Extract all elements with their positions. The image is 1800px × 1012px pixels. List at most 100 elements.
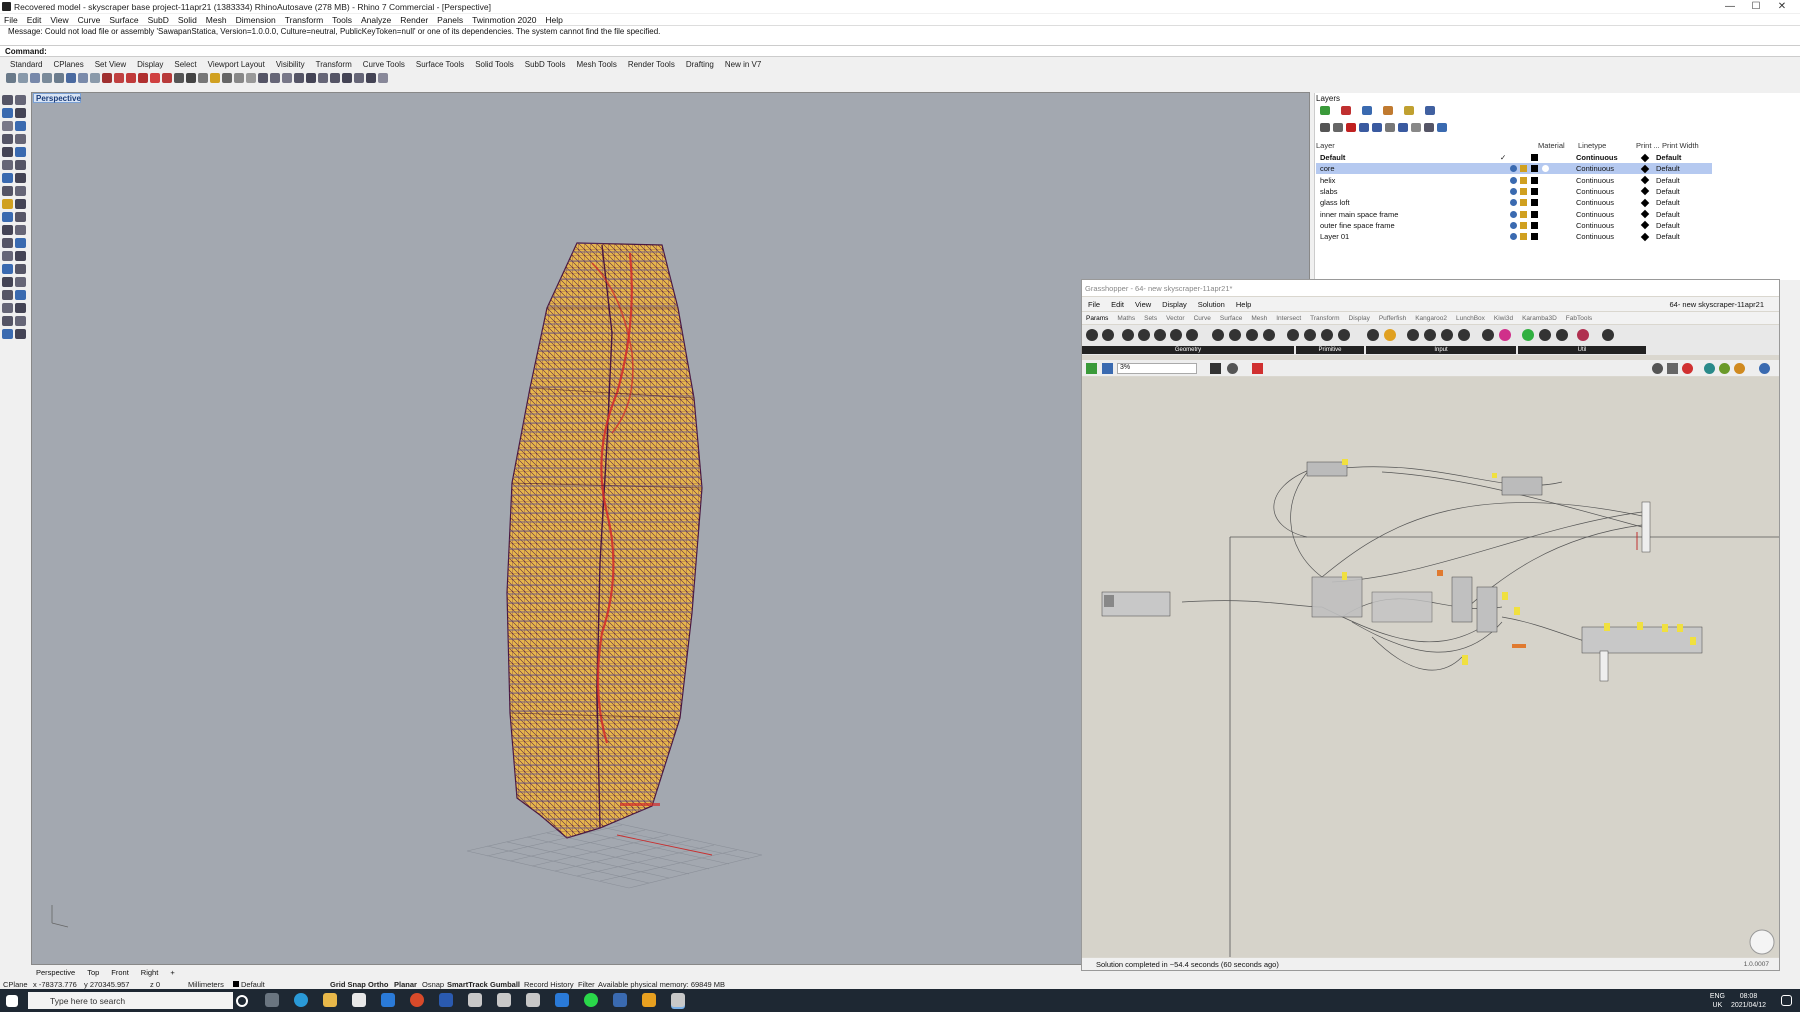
tool-icon-2[interactable] (15, 95, 26, 105)
vp-tab-front[interactable]: Front (111, 968, 129, 977)
named-views-tab-icon[interactable] (1425, 106, 1435, 115)
windows-start-icon[interactable] (6, 995, 18, 1007)
tab-mesh-tools[interactable]: Mesh Tools (577, 60, 617, 69)
add-viewport-tab[interactable]: + (170, 968, 174, 977)
gh-wire-icon[interactable] (1667, 363, 1678, 374)
app-icon-3[interactable] (613, 993, 627, 1007)
gh-tab-fabtools[interactable]: FabTools (1566, 315, 1592, 322)
layer-color-swatch[interactable] (1531, 176, 1538, 184)
tool-icon-1[interactable] (2, 95, 13, 105)
cut-icon[interactable] (138, 72, 148, 83)
layer-color-swatch[interactable] (1531, 187, 1538, 195)
vlc-icon[interactable] (642, 993, 656, 1007)
vp-tab-top[interactable]: Top (87, 968, 99, 977)
options-icon[interactable] (246, 72, 256, 83)
visible-bulb-icon[interactable] (1510, 210, 1517, 218)
gh-component-icon-20[interactable] (1441, 329, 1453, 341)
close-button[interactable]: ✕ (1769, 0, 1795, 13)
rhino-taskbar-icon-2[interactable] (497, 993, 511, 1007)
visible-bulb-icon[interactable] (1510, 165, 1517, 173)
tab-viewport-layout[interactable]: Viewport Layout (208, 60, 265, 69)
layer-tools-icon[interactable] (1411, 123, 1421, 132)
gh-tab-curve[interactable]: Curve (1194, 315, 1211, 322)
menu-analyze[interactable]: Analyze (361, 15, 391, 25)
lock-icon[interactable] (1520, 221, 1527, 229)
gh-eye-icon[interactable] (1227, 363, 1238, 374)
tool-icon-28[interactable] (15, 264, 26, 274)
edge-icon[interactable] (294, 993, 308, 1007)
grasshopper-canvas[interactable] (1082, 377, 1779, 957)
status-grid-snap[interactable]: Grid Snap (330, 980, 366, 989)
gh-open-icon[interactable] (1086, 363, 1097, 374)
tool-icon-11[interactable] (2, 160, 13, 170)
menu-panels[interactable]: Panels (437, 15, 463, 25)
gh-component-icon-25[interactable] (1539, 329, 1551, 341)
tool-icon-17[interactable] (2, 199, 13, 209)
tab-standard[interactable]: Standard (10, 60, 42, 69)
visible-bulb-icon[interactable] (1510, 176, 1517, 184)
tool-icon-36[interactable] (15, 316, 26, 326)
app-icon-2[interactable] (555, 993, 569, 1007)
tab-cplanes[interactable]: CPlanes (53, 60, 83, 69)
vp-tab-perspective[interactable]: Perspective (36, 968, 75, 977)
visible-bulb-icon[interactable] (1510, 199, 1517, 207)
gh-category-primitive[interactable]: Primitive (1296, 346, 1364, 354)
gh-component-icon-13[interactable] (1304, 329, 1316, 341)
col-material[interactable]: Material (1538, 141, 1578, 151)
layer-name[interactable]: inner main space frame (1316, 210, 1496, 219)
tool-icon-26[interactable] (15, 251, 26, 261)
menu-transform[interactable]: Transform (285, 15, 323, 25)
wireframe-icon[interactable] (306, 72, 316, 83)
gh-component-icon-15[interactable] (1338, 329, 1350, 341)
new-layer-icon[interactable] (1320, 123, 1330, 132)
gh-component-icon-18[interactable] (1407, 329, 1419, 341)
gh-tab-params[interactable]: Params (1086, 315, 1108, 322)
gh-component-icon-19[interactable] (1424, 329, 1436, 341)
layer-name[interactable]: Default (1316, 153, 1496, 162)
menu-file[interactable]: File (4, 15, 18, 25)
status-cplane[interactable]: CPlane (3, 980, 28, 989)
gh-globe-icon[interactable] (1759, 363, 1770, 374)
gh-zoom-extents-icon[interactable] (1210, 363, 1221, 374)
tab-transform[interactable]: Transform (316, 60, 352, 69)
gh-component-icon-23[interactable] (1499, 329, 1511, 341)
layer-row[interactable]: inner main space frame Continuous Default (1316, 209, 1712, 220)
help-tab-icon[interactable] (1383, 106, 1393, 115)
layer-color-swatch[interactable] (1531, 154, 1538, 161)
layers-tab-icon[interactable] (1320, 106, 1330, 115)
gh-tab-karamba3d[interactable]: Karamba3D (1522, 315, 1557, 322)
menu-surface[interactable]: Surface (109, 15, 138, 25)
gh-component-icon-1[interactable] (1086, 329, 1098, 341)
tool-icon-12[interactable] (15, 160, 26, 170)
command-input[interactable] (48, 46, 849, 56)
taskbar-clock[interactable]: 08:08 2021/04/12 (1731, 992, 1766, 1010)
rotate-view-icon[interactable] (78, 72, 88, 83)
layer-name[interactable]: helix (1316, 176, 1496, 185)
tool-icon-23[interactable] (2, 238, 13, 248)
layer-print-width[interactable]: Default (1656, 176, 1680, 185)
render-icon[interactable] (222, 72, 232, 83)
gh-bake-icon[interactable] (1734, 363, 1745, 374)
move-down-icon[interactable] (1372, 123, 1382, 132)
notifications-icon[interactable] (1781, 995, 1792, 1006)
redo-icon[interactable] (114, 72, 124, 83)
menu-tools[interactable]: Tools (332, 15, 352, 25)
tool-icon-30[interactable] (15, 277, 26, 287)
store-icon[interactable] (352, 993, 366, 1007)
gh-component-icon-27[interactable] (1577, 329, 1589, 341)
mail-icon[interactable] (381, 993, 395, 1007)
status-filter[interactable]: Filter (578, 980, 595, 989)
layer-row[interactable]: helix Continuous Default (1316, 175, 1712, 186)
layer-row[interactable]: glass loft Continuous Default (1316, 197, 1712, 208)
gh-tab-kangaroo2[interactable]: Kangaroo2 (1415, 315, 1447, 322)
tool-icon-25[interactable] (2, 251, 13, 261)
tab-curve-tools[interactable]: Curve Tools (363, 60, 405, 69)
gh-lock-solver-icon[interactable] (1682, 363, 1693, 374)
delete-layer-icon[interactable] (1346, 123, 1356, 132)
tool-icon-4[interactable] (15, 108, 26, 118)
rendered-icon[interactable] (342, 72, 352, 83)
shade-icon[interactable] (294, 72, 304, 83)
gh-component-icon-6[interactable] (1170, 329, 1182, 341)
col-linetype[interactable]: Linetype (1578, 141, 1636, 151)
col-print-width[interactable]: Print Width (1662, 141, 1699, 151)
